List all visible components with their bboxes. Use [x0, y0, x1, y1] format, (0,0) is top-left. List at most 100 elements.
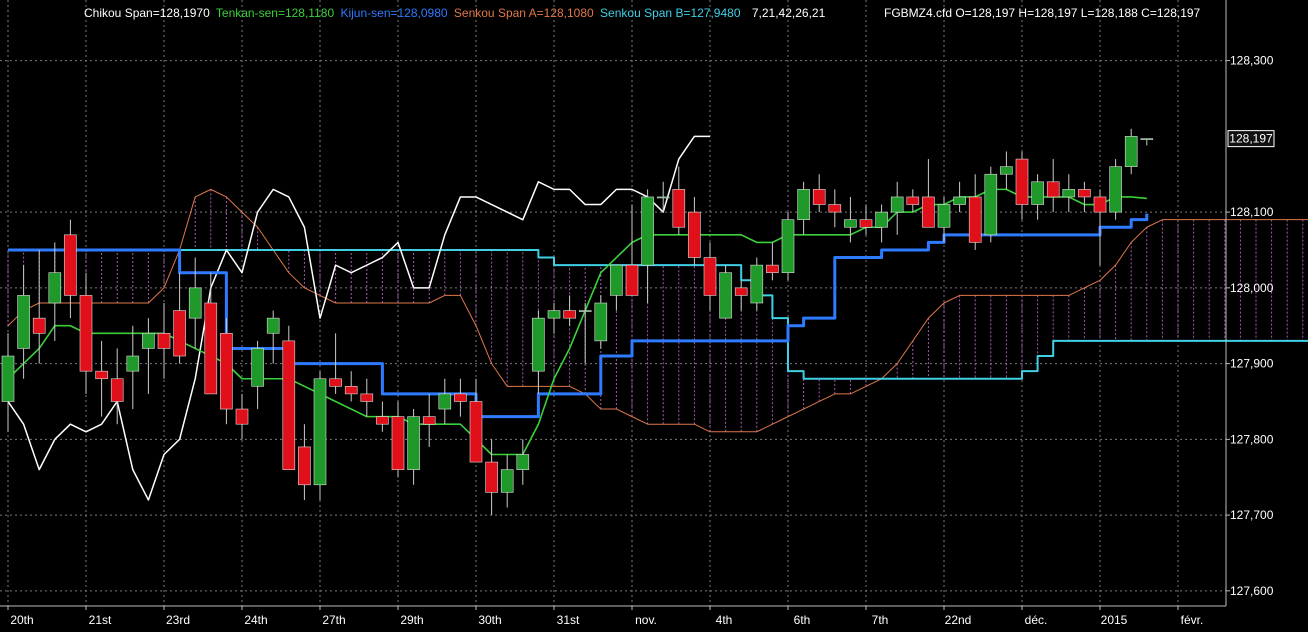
candle-body: [17, 295, 30, 349]
candle-body: [1015, 158, 1029, 205]
y-tick-label: 127,600: [1230, 584, 1274, 598]
legend-kijun: Kijun-sen=128,0980: [340, 6, 447, 20]
candle-body: [781, 219, 795, 274]
candle-body: [454, 393, 467, 402]
y-tick-label: 127,900: [1230, 357, 1274, 371]
candle-body: [266, 317, 280, 334]
x-tick-label: 30th: [478, 613, 501, 627]
candle-body: [469, 401, 483, 463]
candle-body: [563, 310, 576, 319]
x-tick-label: 20th: [10, 613, 33, 627]
candle-body: [859, 219, 873, 228]
candle-body: [656, 196, 670, 199]
x-tick-label: 31st: [557, 613, 580, 627]
legend-line: Chikou Span=128,1970 Tenkan-sen=128,1180…: [84, 6, 826, 20]
candle-body: [1124, 136, 1138, 167]
candle-body: [532, 317, 545, 372]
legend-ohlc: FGBMZ4.cfd O=128,197 H=128,197 L=128,188…: [884, 6, 1201, 20]
candle-body: [703, 257, 717, 296]
candle-body: [516, 454, 530, 470]
last-price-label: 128,197: [1229, 132, 1273, 146]
candle-body: [1109, 166, 1122, 213]
candle-body: [485, 461, 498, 493]
y-tick-label: 127,700: [1230, 508, 1274, 522]
candle-body: [812, 189, 826, 205]
candle-body: [578, 310, 592, 312]
legend-tenkan: Tenkan-sen=128,1180: [216, 6, 335, 20]
candle-body: [719, 272, 732, 319]
x-tick-label: 21st: [89, 613, 112, 627]
x-tick-label: 7th: [872, 613, 889, 627]
candle-body: [968, 196, 982, 243]
candle-body: [1, 355, 15, 402]
candle-body: [235, 408, 249, 425]
candle-body: [1046, 181, 1060, 198]
candle-body: [298, 446, 311, 486]
y-tick-label: 127,800: [1230, 432, 1274, 446]
candle-body: [407, 416, 420, 470]
candle-body: [937, 204, 951, 228]
x-tick-label: févr.: [1181, 613, 1204, 627]
x-tick-label: 23rd: [166, 613, 190, 627]
x-tick-label: 29th: [400, 613, 423, 627]
candle-body: [142, 332, 155, 349]
candle-body: [110, 378, 124, 402]
ichimoku-chart[interactable]: 128,300 128,100 128,000 127,900 127,800 127,7…: [0, 0, 1308, 632]
candle-body: [64, 234, 77, 296]
y-tick-label: 128,100: [1230, 205, 1274, 219]
candle-body: [1000, 166, 1013, 175]
x-tick-label: 6th: [794, 613, 811, 627]
candle-body: [95, 370, 108, 380]
legend-chikou: Chikou Span=128,1970: [84, 6, 210, 20]
x-tick-label: 22nd: [945, 613, 972, 627]
candle-body: [1140, 138, 1154, 140]
x-tick-label: 24th: [244, 613, 267, 627]
candle-body: [360, 393, 374, 402]
candle-body: [204, 302, 218, 395]
candle-body: [906, 196, 920, 205]
candle-body: [922, 196, 935, 228]
candle-body: [1031, 181, 1044, 205]
candle-body: [750, 264, 764, 304]
y-tick-label: 128,300: [1230, 54, 1274, 68]
candle-body: [422, 416, 436, 425]
candle-body: [251, 348, 264, 387]
last-price-marker: 128,197: [1227, 130, 1275, 148]
y-tick-label: 128,000: [1230, 281, 1274, 295]
candle-body: [344, 386, 358, 395]
candle-body: [672, 189, 686, 228]
candle-body: [984, 173, 998, 236]
candle-body: [173, 310, 186, 357]
candle-body: [313, 378, 327, 486]
candle-body: [391, 416, 405, 470]
candle-body: [48, 272, 62, 304]
legend: Chikou Span=128,1970 Tenkan-sen=128,1180…: [84, 6, 1201, 20]
candle-body: [157, 332, 171, 349]
x-tick-label: 2015: [1101, 613, 1128, 627]
candle-body: [828, 204, 842, 213]
candle-body: [875, 211, 888, 228]
candle-body: [188, 287, 202, 319]
candle-body: [547, 310, 561, 319]
x-tick-label: déc.: [1025, 613, 1048, 627]
candle-body: [766, 264, 779, 273]
candle-body: [32, 317, 46, 334]
candle-body: [890, 196, 904, 213]
candle-body: [500, 469, 514, 493]
candle-body: [1093, 196, 1107, 213]
candle-body: [220, 332, 233, 410]
candle-body: [79, 295, 93, 372]
candle-body: [797, 189, 810, 220]
candle-body: [1062, 189, 1076, 198]
candle-body: [641, 196, 654, 266]
candle-body: [594, 302, 608, 342]
x-tick-label: nov.: [635, 613, 657, 627]
candle-body: [329, 378, 342, 387]
chart-svg[interactable]: 128,300 128,100 128,000 127,900 127,800 127,7…: [0, 0, 1308, 632]
candle-body: [1078, 189, 1091, 198]
legend-params: 7,21,42,26,21: [752, 6, 826, 20]
candle-body: [734, 287, 748, 296]
legend-senkou-a: Senkou Span A=128,1080: [454, 6, 594, 20]
candle-body: [610, 264, 623, 296]
legend-senkou-b: Senkou Span B=127,9480: [600, 6, 741, 20]
